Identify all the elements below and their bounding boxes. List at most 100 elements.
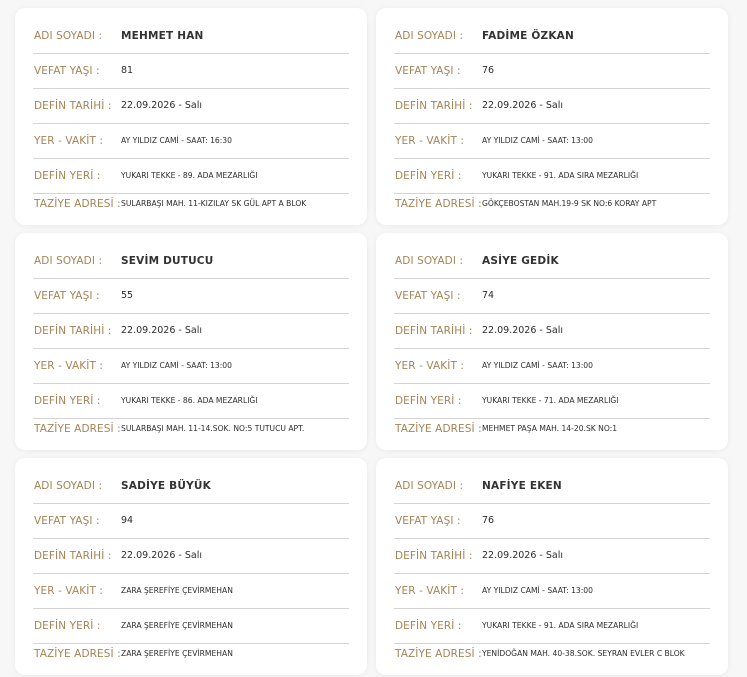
name-row: ADI SOYADI : ASİYE GEDİK [394, 243, 710, 279]
burial-value: YUKARI TEKKE - 91. ADA SIRA MEZARLIĞI [482, 171, 639, 180]
burial-row: DEFİN YERİ : ZARA ŞEREFİYE ÇEVİRMEHAN [33, 608, 349, 644]
date-row: DEFİN TARİHİ : 22.09.2026 - Salı [33, 538, 349, 574]
place-time-row: YER - VAKİT : AY YILDIZ CAMİ - SAAT: 13:… [33, 348, 349, 384]
condolence-row: TAZİYE ADRESİ : SULARBAŞI MAH. 11-KIZILA… [33, 193, 349, 218]
condolence-value: SULARBAŞI MAH. 11-14.SOK. NO:5 TUTUCU AP… [121, 424, 305, 433]
name-row: ADI SOYADI : MEHMET HAN [33, 18, 349, 54]
place-time-label: YER - VAKİT : [34, 584, 104, 597]
name-value: NAFİYE EKEN [482, 479, 562, 492]
date-value: 22.09.2026 - Salı [482, 100, 563, 111]
place-time-label: YER - VAKİT : [34, 359, 104, 372]
date-value: 22.09.2026 - Salı [482, 550, 563, 561]
burial-row: DEFİN YERİ : YUKARI TEKKE - 91. ADA SIRA… [394, 158, 710, 194]
date-value: 22.09.2026 - Salı [121, 100, 202, 111]
condolence-row: TAZİYE ADRESİ : MEHMET PAŞA MAH. 14-20.S… [394, 418, 710, 443]
place-time-value: ZARA ŞEREFİYE ÇEVİRMEHAN [121, 586, 233, 595]
condolence-label: TAZİYE ADRESİ : [395, 648, 482, 660]
condolence-value: MEHMET PAŞA MAH. 14-20.SK NO:1 [482, 424, 618, 433]
name-value: MEHMET HAN [121, 29, 204, 42]
burial-label: DEFİN YERİ : [395, 394, 462, 407]
age-value: 81 [121, 65, 134, 76]
name-value: ASİYE GEDİK [482, 254, 559, 267]
name-label: ADI SOYADI : [395, 479, 464, 492]
name-row: ADI SOYADI : SADİYE BÜYÜK [33, 468, 349, 504]
date-row: DEFİN TARİHİ : 22.09.2026 - Salı [33, 313, 349, 349]
name-row: ADI SOYADI : SEVİM DUTUCU [33, 243, 349, 279]
condolence-row: TAZİYE ADRESİ : SULARBAŞI MAH. 11-14.SOK… [33, 418, 349, 443]
condolence-value: ZARA ŞEREFİYE ÇEVİRMEHAN [121, 649, 233, 658]
name-value: SEVİM DUTUCU [121, 254, 214, 267]
age-value: 94 [121, 515, 134, 526]
place-time-label: YER - VAKİT : [395, 584, 465, 597]
burial-label: DEFİN YERİ : [395, 619, 462, 632]
burial-row: DEFİN YERİ : YUKARI TEKKE - 86. ADA MEZA… [33, 383, 349, 419]
obituary-card: ADI SOYADI : FADİME ÖZKAN VEFAT YAŞI : 7… [376, 8, 728, 225]
condolence-label: TAZİYE ADRESİ : [395, 423, 482, 435]
burial-value: YUKARI TEKKE - 89. ADA MEZARLIĞI [121, 171, 258, 180]
burial-row: DEFİN YERİ : YUKARI TEKKE - 91. ADA SIRA… [394, 608, 710, 644]
date-row: DEFİN TARİHİ : 22.09.2026 - Salı [394, 538, 710, 574]
obituary-card: ADI SOYADI : SADİYE BÜYÜK VEFAT YAŞI : 9… [15, 458, 367, 675]
burial-row: DEFİN YERİ : YUKARI TEKKE - 71. ADA MEZA… [394, 383, 710, 419]
place-time-row: YER - VAKİT : ZARA ŞEREFİYE ÇEVİRMEHAN [33, 573, 349, 609]
burial-value: ZARA ŞEREFİYE ÇEVİRMEHAN [121, 621, 233, 630]
place-time-value: AY YILDIZ CAMİ - SAAT: 13:00 [482, 136, 593, 145]
burial-value: YUKARI TEKKE - 86. ADA MEZARLIĞI [121, 396, 258, 405]
date-row: DEFİN TARİHİ : 22.09.2026 - Salı [33, 88, 349, 124]
place-time-row: YER - VAKİT : AY YILDIZ CAMİ - SAAT: 13:… [394, 123, 710, 159]
name-label: ADI SOYADI : [34, 254, 103, 267]
condolence-row: TAZİYE ADRESİ : ZARA ŞEREFİYE ÇEVİRMEHAN [33, 643, 349, 668]
place-time-row: YER - VAKİT : AY YILDIZ CAMİ - SAAT: 13:… [394, 573, 710, 609]
name-row: ADI SOYADI : NAFİYE EKEN [394, 468, 710, 504]
name-label: ADI SOYADI : [395, 254, 464, 267]
obituary-card: ADI SOYADI : SEVİM DUTUCU VEFAT YAŞI : 5… [15, 233, 367, 450]
place-time-row: YER - VAKİT : AY YILDIZ CAMİ - SAAT: 13:… [394, 348, 710, 384]
age-row: VEFAT YAŞI : 94 [33, 503, 349, 539]
obituary-card: ADI SOYADI : ASİYE GEDİK VEFAT YAŞI : 74… [376, 233, 728, 450]
date-row: DEFİN TARİHİ : 22.09.2026 - Salı [394, 313, 710, 349]
place-time-value: AY YILDIZ CAMİ - SAAT: 13:00 [482, 586, 593, 595]
burial-row: DEFİN YERİ : YUKARI TEKKE - 89. ADA MEZA… [33, 158, 349, 194]
burial-label: DEFİN YERİ : [34, 394, 101, 407]
condolence-row: TAZİYE ADRESİ : YENİDOĞAN MAH. 40-38.SOK… [394, 643, 710, 668]
date-row: DEFİN TARİHİ : 22.09.2026 - Salı [394, 88, 710, 124]
condolence-value: GÖKÇEBOSTAN MAH.19-9 SK NO:6 KORAY APT [482, 199, 657, 208]
place-time-label: YER - VAKİT : [395, 134, 465, 147]
age-row: VEFAT YAŞI : 74 [394, 278, 710, 314]
age-label: VEFAT YAŞI : [34, 514, 100, 527]
condolence-row: TAZİYE ADRESİ : GÖKÇEBOSTAN MAH.19-9 SK … [394, 193, 710, 218]
age-value: 55 [121, 290, 134, 301]
age-value: 76 [482, 515, 495, 526]
name-value: SADİYE BÜYÜK [121, 479, 211, 492]
place-time-value: AY YILDIZ CAMİ - SAAT: 13:00 [121, 361, 232, 370]
burial-label: DEFİN YERİ : [395, 169, 462, 182]
date-value: 22.09.2026 - Salı [482, 325, 563, 336]
name-label: ADI SOYADI : [34, 479, 103, 492]
condolence-label: TAZİYE ADRESİ : [34, 648, 121, 660]
burial-label: DEFİN YERİ : [34, 169, 101, 182]
name-value: FADİME ÖZKAN [482, 29, 574, 42]
name-label: ADI SOYADI : [395, 29, 464, 42]
age-row: VEFAT YAŞI : 55 [33, 278, 349, 314]
date-label: DEFİN TARİHİ : [34, 549, 112, 562]
date-label: DEFİN TARİHİ : [395, 99, 473, 112]
condolence-label: TAZİYE ADRESİ : [34, 198, 121, 210]
date-label: DEFİN TARİHİ : [34, 324, 112, 337]
age-label: VEFAT YAŞI : [395, 514, 461, 527]
place-time-row: YER - VAKİT : AY YILDIZ CAMİ - SAAT: 16:… [33, 123, 349, 159]
condolence-label: TAZİYE ADRESİ : [34, 423, 121, 435]
date-value: 22.09.2026 - Salı [121, 325, 202, 336]
age-label: VEFAT YAŞI : [395, 289, 461, 302]
age-label: VEFAT YAŞI : [34, 289, 100, 302]
place-time-label: YER - VAKİT : [395, 359, 465, 372]
burial-label: DEFİN YERİ : [34, 619, 101, 632]
burial-value: YUKARI TEKKE - 91. ADA SIRA MEZARLIĞI [482, 621, 639, 630]
date-value: 22.09.2026 - Salı [121, 550, 202, 561]
name-label: ADI SOYADI : [34, 29, 103, 42]
age-row: VEFAT YAŞI : 76 [394, 53, 710, 89]
date-label: DEFİN TARİHİ : [34, 99, 112, 112]
age-row: VEFAT YAŞI : 81 [33, 53, 349, 89]
condolence-value: SULARBAŞI MAH. 11-KIZILAY SK GÜL APT A B… [121, 199, 307, 208]
date-label: DEFİN TARİHİ : [395, 324, 473, 337]
place-time-value: AY YILDIZ CAMİ - SAAT: 13:00 [482, 361, 593, 370]
